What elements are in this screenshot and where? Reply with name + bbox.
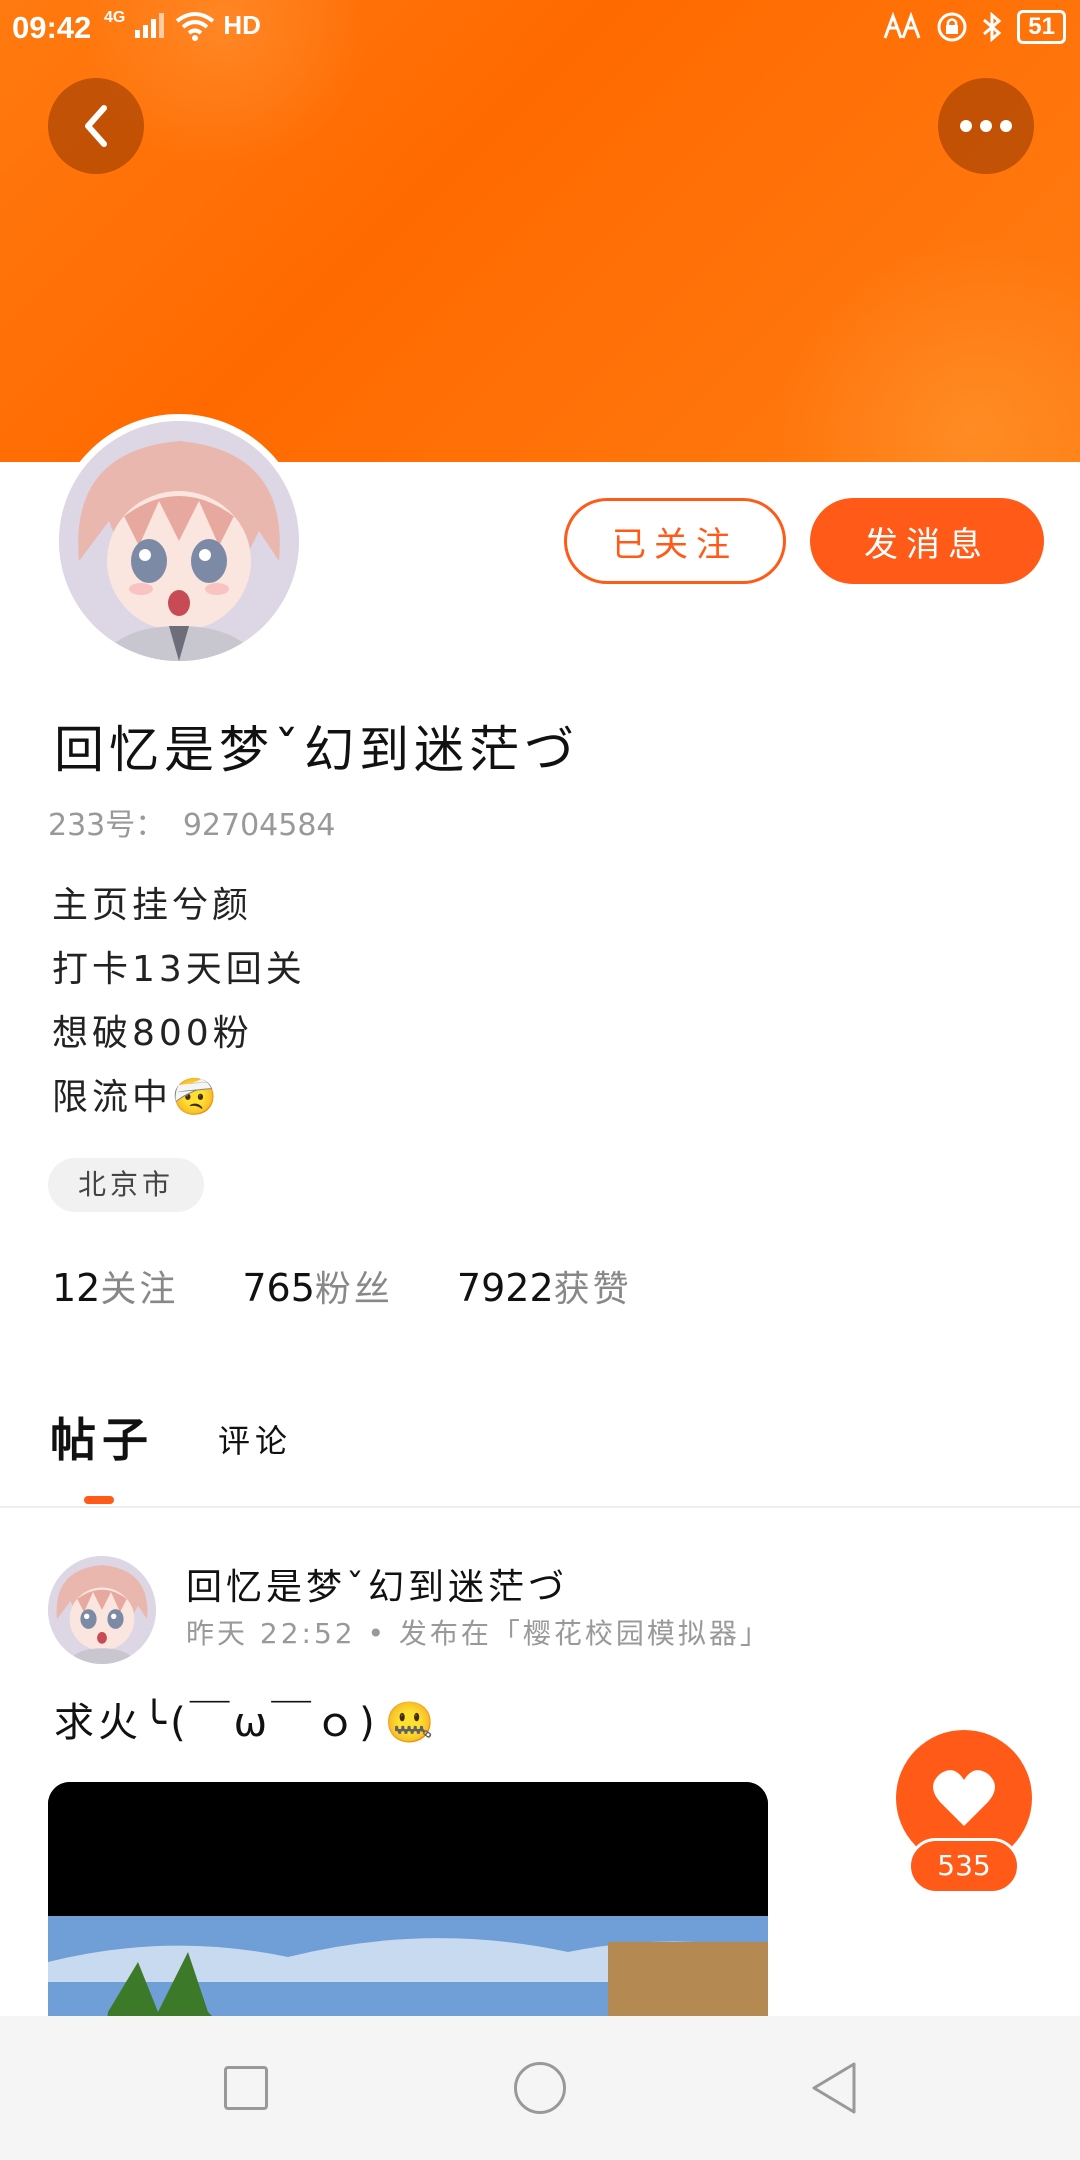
post-body: 求火╰(￣ω￣ｏ) xyxy=(54,1700,379,1746)
profile-avatar[interactable] xyxy=(52,414,306,668)
uid-label: 233号： xyxy=(48,808,166,843)
zipper-mouth-emoji: 🤐 xyxy=(384,1700,439,1746)
tab-posts[interactable]: 帖子 xyxy=(50,1404,154,1470)
profile-banner: 09:42 4G HD 51 xyxy=(0,0,1080,462)
bandage-face-emoji: 🤕 xyxy=(172,1077,221,1118)
user-id-row: 233号： 92704584 xyxy=(48,800,336,844)
more-button[interactable] xyxy=(938,78,1034,174)
bio-line: 主页挂兮颜 xyxy=(52,885,253,926)
profile-page: 09:42 4G HD 51 已关注 发消息 回忆是梦ˇ幻到迷茫づ 233号： … xyxy=(0,0,1080,2160)
profile-username: 回忆是梦ˇ幻到迷茫づ xyxy=(54,721,579,779)
battery-icon: 51 xyxy=(1017,10,1066,44)
bio-text: 限流中 xyxy=(52,1077,173,1118)
back-triangle-icon[interactable] xyxy=(808,2060,860,2116)
stat-label: 粉丝 xyxy=(314,1269,393,1310)
like-count: 535 xyxy=(908,1838,1020,1894)
stat-number: 7922 xyxy=(456,1266,554,1310)
stat-number: 765 xyxy=(242,1266,315,1310)
send-message-button[interactable]: 发消息 xyxy=(810,498,1044,584)
post-text: 求火╰(￣ω￣ｏ) 🤐 xyxy=(54,1690,439,1748)
post-author-name[interactable]: 回忆是梦ˇ幻到迷茫づ xyxy=(186,1558,568,1610)
more-dots-icon xyxy=(960,120,1012,132)
bio-line: 限流中🤕 xyxy=(52,1066,306,1130)
active-tab-indicator xyxy=(84,1496,114,1504)
status-left-icons: 4G HD xyxy=(104,8,261,41)
status-time: 09:42 xyxy=(12,10,92,45)
stat-following[interactable]: 12关注 xyxy=(52,1260,178,1312)
recent-apps-button[interactable] xyxy=(224,2066,268,2110)
network-label: 4G xyxy=(104,8,126,26)
hd-label: HD xyxy=(223,10,261,40)
content-tabs: 帖子 评论 xyxy=(0,1396,1080,1508)
back-button[interactable] xyxy=(48,78,144,174)
profile-bio: 主页挂兮颜 打卡13天回关 想破800粉 限流中🤕 xyxy=(52,874,306,1130)
banner-glow xyxy=(780,240,1080,462)
uid-value: 92704584 xyxy=(182,808,336,843)
anime-avatar-image xyxy=(59,421,299,661)
stat-number: 12 xyxy=(52,1266,101,1310)
lock-icon xyxy=(937,12,967,42)
stat-label: 关注 xyxy=(100,1269,179,1310)
bio-line: 想破800粉 xyxy=(52,1013,253,1054)
anime-avatar-image xyxy=(48,1556,156,1664)
bio-line: 打卡13天回关 xyxy=(52,949,306,990)
status-right-icons: 51 xyxy=(881,10,1066,44)
profile-stats: 12关注 765粉丝 7922获赞 xyxy=(52,1260,632,1312)
chevron-left-icon xyxy=(85,105,107,147)
followed-button[interactable]: 已关注 xyxy=(564,498,786,584)
location-tag[interactable]: 北京市 xyxy=(48,1158,205,1212)
stat-followers[interactable]: 765粉丝 xyxy=(242,1260,393,1312)
post-meta: 昨天 22:52 • 发布在「樱花校园模拟器」 xyxy=(186,1617,771,1650)
stat-likes[interactable]: 7922获赞 xyxy=(457,1260,632,1312)
post-author-avatar[interactable] xyxy=(48,1556,156,1664)
system-nav-bar xyxy=(0,2016,1080,2160)
wifi-icon xyxy=(176,11,215,41)
tab-comments[interactable]: 评论 xyxy=(218,1416,292,1462)
nfc-icon xyxy=(883,12,921,39)
signal-icon xyxy=(135,12,165,38)
status-bar: 09:42 4G HD 51 xyxy=(0,0,1080,56)
stat-label: 获赞 xyxy=(553,1269,632,1310)
bluetooth-icon xyxy=(983,12,1002,42)
home-button[interactable] xyxy=(514,2062,566,2114)
